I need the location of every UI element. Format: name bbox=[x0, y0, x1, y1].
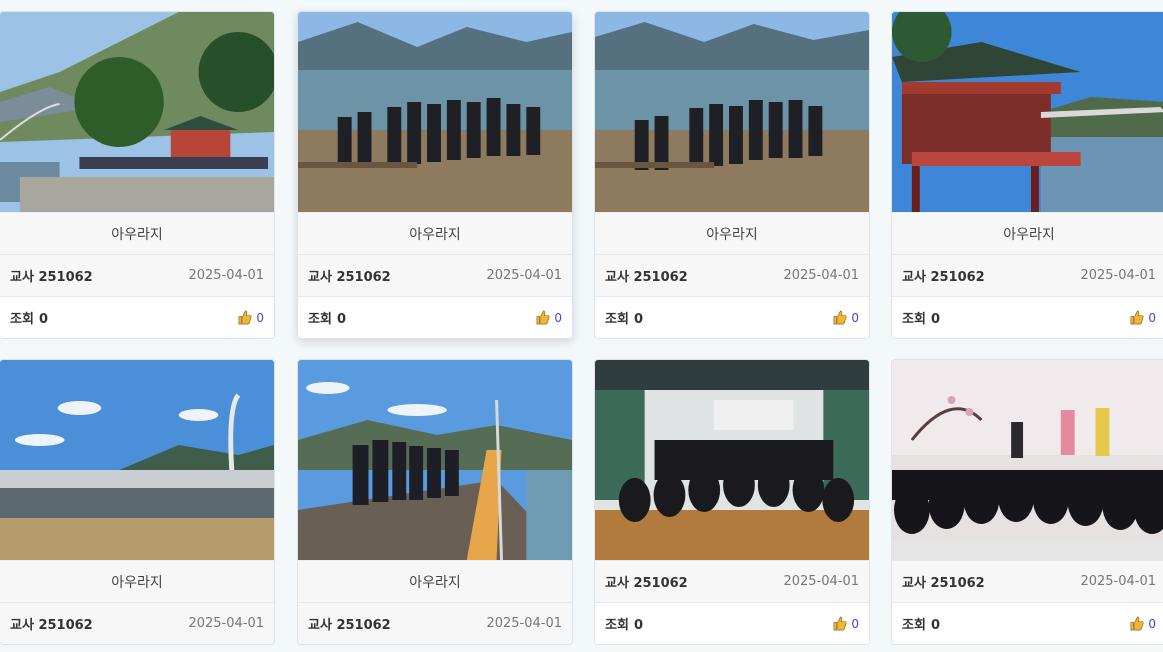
gallery-card[interactable]: 아우라지 교사 251062 2025-04-01 bbox=[297, 359, 573, 645]
card-author: 교사 251062 bbox=[308, 270, 391, 285]
gallery-card[interactable]: 교사 251062 2025-04-01 조회 0 0 bbox=[594, 359, 870, 645]
views-count: 조회 0 bbox=[10, 312, 49, 327]
card-thumbnail[interactable] bbox=[298, 360, 572, 560]
card-author: 교사 251062 bbox=[902, 270, 985, 285]
views-count: 조회 0 bbox=[605, 618, 644, 633]
card-date: 2025-04-01 bbox=[1080, 574, 1156, 589]
like-button[interactable]: 0 bbox=[1129, 310, 1156, 325]
gallery-card[interactable]: 아우라지 교사 251062 2025-04-01 조회 0 0 bbox=[0, 11, 275, 339]
gallery-card[interactable]: 아우라지 교사 251062 2025-04-01 조회 0 0 bbox=[297, 11, 573, 339]
like-count: 0 bbox=[256, 310, 264, 325]
gallery-card[interactable]: 아우라지 교사 251062 2025-04-01 조회 0 0 bbox=[594, 11, 870, 339]
card-date: 2025-04-01 bbox=[1080, 268, 1156, 283]
card-meta: 교사 251062 2025-04-01 bbox=[298, 602, 572, 644]
card-author: 교사 251062 bbox=[605, 270, 688, 285]
card-author: 교사 251062 bbox=[308, 618, 391, 633]
like-count: 0 bbox=[1148, 616, 1156, 631]
card-thumbnail[interactable] bbox=[298, 12, 572, 212]
like-button[interactable]: 0 bbox=[535, 310, 562, 325]
card-stats: 조회 0 0 bbox=[595, 296, 869, 338]
card-author: 교사 251062 bbox=[10, 270, 93, 285]
views-count: 조회 0 bbox=[902, 312, 941, 327]
like-button[interactable]: 0 bbox=[1129, 616, 1156, 631]
card-author: 교사 251062 bbox=[902, 576, 985, 591]
views-count: 조회 0 bbox=[308, 312, 347, 327]
card-stats: 조회 0 0 bbox=[595, 602, 869, 644]
card-meta: 교사 251062 2025-04-01 bbox=[298, 254, 572, 296]
gallery-card[interactable]: 아우라지 교사 251062 2025-04-01 조회 0 0 bbox=[891, 11, 1163, 339]
card-author: 교사 251062 bbox=[605, 576, 688, 591]
card-thumbnail[interactable] bbox=[595, 12, 869, 212]
card-title[interactable]: 아우라지 bbox=[892, 212, 1163, 254]
card-title[interactable]: 아우라지 bbox=[595, 212, 869, 254]
card-stats: 조회 0 0 bbox=[298, 296, 572, 338]
thumbs-up-icon bbox=[833, 616, 847, 631]
card-stats: 조회 0 0 bbox=[892, 602, 1163, 644]
card-stats: 조회 0 0 bbox=[0, 296, 274, 338]
card-date: 2025-04-01 bbox=[188, 616, 264, 631]
card-thumbnail[interactable] bbox=[892, 12, 1163, 212]
thumbs-up-icon bbox=[1130, 616, 1144, 631]
card-date: 2025-04-01 bbox=[783, 574, 859, 589]
like-count: 0 bbox=[851, 310, 859, 325]
like-button[interactable]: 0 bbox=[832, 310, 859, 325]
card-meta: 교사 251062 2025-04-01 bbox=[892, 560, 1163, 602]
thumbs-up-icon bbox=[1130, 310, 1144, 325]
card-meta: 교사 251062 2025-04-01 bbox=[892, 254, 1163, 296]
thumbs-up-icon bbox=[833, 310, 847, 325]
card-date: 2025-04-01 bbox=[486, 268, 562, 283]
thumbs-up-icon bbox=[238, 310, 252, 325]
card-author: 교사 251062 bbox=[10, 618, 93, 633]
card-title[interactable]: 아우라지 bbox=[298, 212, 572, 254]
card-date: 2025-04-01 bbox=[188, 268, 264, 283]
like-count: 0 bbox=[554, 310, 562, 325]
like-button[interactable]: 0 bbox=[237, 310, 264, 325]
card-title[interactable]: 아우라지 bbox=[0, 212, 274, 254]
card-thumbnail[interactable] bbox=[0, 360, 274, 560]
card-thumbnail[interactable] bbox=[0, 12, 274, 212]
card-meta: 교사 251062 2025-04-01 bbox=[0, 254, 274, 296]
card-title[interactable]: 아우라지 bbox=[298, 560, 572, 602]
like-button[interactable]: 0 bbox=[832, 616, 859, 631]
gallery-card[interactable]: 교사 251062 2025-04-01 조회 0 0 bbox=[891, 359, 1163, 645]
card-stats: 조회 0 0 bbox=[892, 296, 1163, 338]
gallery-card[interactable]: 아우라지 교사 251062 2025-04-01 bbox=[0, 359, 275, 645]
views-count: 조회 0 bbox=[902, 618, 941, 633]
like-count: 0 bbox=[1148, 310, 1156, 325]
like-count: 0 bbox=[851, 616, 859, 631]
card-thumbnail[interactable] bbox=[892, 360, 1163, 560]
thumbs-up-icon bbox=[536, 310, 550, 325]
card-title[interactable]: 아우라지 bbox=[0, 560, 274, 602]
card-meta: 교사 251062 2025-04-01 bbox=[595, 560, 869, 602]
card-date: 2025-04-01 bbox=[783, 268, 859, 283]
card-thumbnail[interactable] bbox=[595, 360, 869, 560]
card-meta: 교사 251062 2025-04-01 bbox=[595, 254, 869, 296]
card-meta: 교사 251062 2025-04-01 bbox=[0, 602, 274, 644]
views-count: 조회 0 bbox=[605, 312, 644, 327]
card-date: 2025-04-01 bbox=[486, 616, 562, 631]
